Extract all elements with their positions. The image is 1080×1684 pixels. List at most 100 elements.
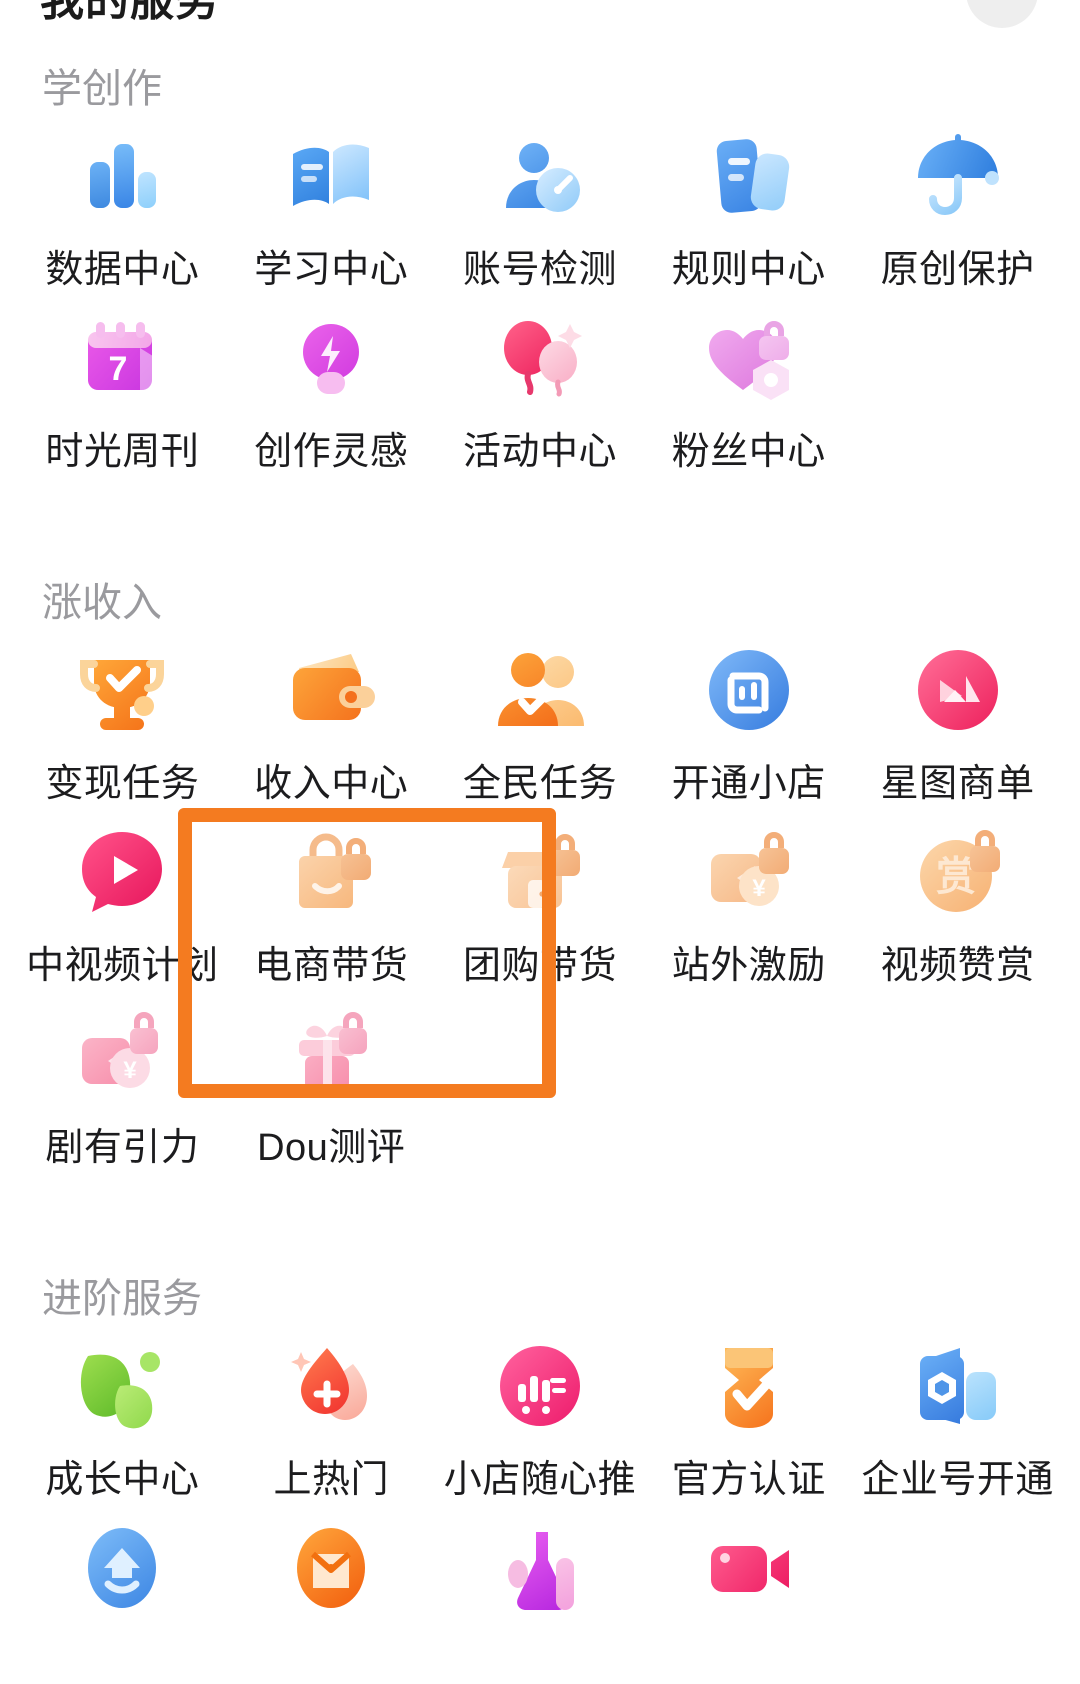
service-tile-label: 账号检测 bbox=[462, 249, 617, 291]
service-tile-label: 原创保护 bbox=[880, 249, 1035, 291]
services-card: 学创作 数据中心 学习中心 账号检测 规则中心 原创保护 7 时光周刊 创作灵感 … bbox=[0, 34, 1080, 1684]
pink-camera-icon bbox=[701, 1520, 797, 1616]
service-tile-label: 站外激励 bbox=[671, 945, 826, 987]
orange-mail-icon bbox=[283, 1520, 379, 1616]
blue-arrow-drop-icon bbox=[74, 1520, 170, 1616]
shop-badge-icon bbox=[701, 642, 797, 738]
svg-text:7: 7 bbox=[109, 350, 128, 388]
rule-cards-icon bbox=[701, 128, 797, 224]
page-header: 我的服务 bbox=[0, 0, 1080, 34]
open-book-icon bbox=[283, 128, 379, 224]
service-tile-label: 变现任务 bbox=[45, 763, 200, 805]
avatar[interactable] bbox=[966, 0, 1038, 28]
service-tile-label: 中视频计划 bbox=[26, 945, 219, 987]
service-tile-原创保护[interactable]: 原创保护 bbox=[853, 114, 1062, 296]
service-tile-规则中心[interactable]: 规则中心 bbox=[644, 114, 853, 296]
section-learn: 学创作 数据中心 学习中心 账号检测 规则中心 原创保护 7 时光周刊 创作灵感 … bbox=[0, 34, 1080, 478]
service-tile-label: 粉丝中心 bbox=[671, 431, 826, 473]
umbrella-icon bbox=[910, 128, 1006, 224]
grid-income: 变现任务 收入中心 全民任务 开通小店 星图商单 中视频计划 电商带货 团购带货… bbox=[0, 628, 1080, 1174]
service-tile-label: 视频赞赏 bbox=[880, 945, 1035, 987]
service-tile-星图商单[interactable]: 星图商单 bbox=[853, 628, 1062, 810]
grid-learn: 数据中心 学习中心 账号检测 规则中心 原创保护 7 时光周刊 创作灵感 活动中心… bbox=[0, 114, 1080, 478]
section-advanced: 进阶服务 成长中心 上热门 小店随心推 官方认证 企业号开通 bbox=[0, 1174, 1080, 1684]
orange-badge-check-icon bbox=[701, 1338, 797, 1434]
blue-building-icon bbox=[910, 1338, 1006, 1434]
service-tile-label: 团购带货 bbox=[462, 945, 617, 987]
service-tile-label: 收入中心 bbox=[254, 763, 409, 805]
service-tile[interactable] bbox=[18, 1506, 227, 1684]
service-tile-label: 学习中心 bbox=[254, 249, 409, 291]
video-yuan-lock-icon: ¥ bbox=[701, 824, 797, 920]
service-tile[interactable] bbox=[644, 1506, 853, 1684]
service-tile-label: 电商带货 bbox=[254, 945, 409, 987]
account-gauge-icon bbox=[492, 128, 588, 224]
service-tile-label: 数据中心 bbox=[45, 249, 200, 291]
play-bubble-icon bbox=[74, 824, 170, 920]
service-tile-label: 开通小店 bbox=[671, 763, 826, 805]
service-tile-label: 小店随心推 bbox=[443, 1459, 637, 1501]
drama-yuan-lock-icon: ¥ bbox=[74, 1006, 170, 1102]
service-tile-视频赞赏[interactable]: 赏 视频赞赏 bbox=[853, 810, 1062, 992]
heart-lock-icon bbox=[701, 310, 797, 406]
page-title: 我的服务 bbox=[40, 0, 220, 25]
service-tile-label: 成长中心 bbox=[45, 1459, 200, 1501]
service-tile-label: 全民任务 bbox=[462, 763, 617, 805]
service-tile-label: 星图商单 bbox=[880, 763, 1035, 805]
calendar-7-icon: 7 bbox=[74, 310, 170, 406]
bar-chart-icon bbox=[74, 128, 170, 224]
service-tile-账号检测[interactable]: 账号检测 bbox=[436, 114, 645, 296]
svg-text:¥: ¥ bbox=[752, 875, 766, 902]
shopping-bag-lock-icon bbox=[283, 824, 379, 920]
service-tile[interactable] bbox=[227, 1506, 436, 1684]
grid-advanced: 成长中心 上热门 小店随心推 官方认证 企业号开通 bbox=[0, 1324, 1080, 1684]
service-tile-label: 剧有引力 bbox=[45, 1127, 200, 1169]
service-tile-数据中心[interactable]: 数据中心 bbox=[18, 114, 227, 296]
service-tile-创作灵感[interactable]: 创作灵感 bbox=[227, 296, 436, 478]
pink-cart-icon bbox=[492, 1338, 588, 1434]
lightbulb-icon bbox=[283, 310, 379, 406]
service-tile-开通小店[interactable]: 开通小店 bbox=[644, 628, 853, 810]
service-tile-label: Dou测评 bbox=[257, 1127, 406, 1169]
service-tile-全民任务[interactable]: 全民任务 bbox=[436, 628, 645, 810]
service-tile-label: 活动中心 bbox=[462, 431, 617, 473]
gift-lock-icon bbox=[283, 1006, 379, 1102]
trophy-check-icon bbox=[74, 642, 170, 738]
service-tile-label: 规则中心 bbox=[671, 249, 826, 291]
app-screen: 我的服务 学创作 数据中心 学习中心 账号检测 规则中心 原创保护 7 时光周刊 … bbox=[0, 0, 1080, 1684]
service-tile-label: 官方认证 bbox=[671, 1459, 826, 1501]
service-tile-电商带货[interactable]: 电商带货 bbox=[227, 810, 436, 992]
service-tile-中视频计划[interactable]: 中视频计划 bbox=[18, 810, 227, 992]
service-tile-时光周刊[interactable]: 7 时光周刊 bbox=[18, 296, 227, 478]
svg-text:¥: ¥ bbox=[124, 1057, 138, 1084]
service-tile-Dou测评[interactable]: Dou测评 bbox=[227, 992, 436, 1174]
service-tile-活动中心[interactable]: 活动中心 bbox=[436, 296, 645, 478]
wallet-icon bbox=[283, 642, 379, 738]
service-tile-变现任务[interactable]: 变现任务 bbox=[18, 628, 227, 810]
reward-shang-lock-icon: 赏 bbox=[910, 824, 1006, 920]
service-tile-粉丝中心[interactable]: 粉丝中心 bbox=[644, 296, 853, 478]
service-tile-上热门[interactable]: 上热门 bbox=[227, 1324, 436, 1506]
service-tile-学习中心[interactable]: 学习中心 bbox=[227, 114, 436, 296]
green-leaves-icon bbox=[74, 1338, 170, 1434]
service-tile[interactable] bbox=[436, 1506, 645, 1684]
storefront-lock-icon bbox=[492, 824, 588, 920]
service-tile-小店随心推[interactable]: 小店随心推 bbox=[436, 1324, 645, 1506]
star-map-icon bbox=[910, 642, 1006, 738]
service-tile-剧有引力[interactable]: ¥ 剧有引力 bbox=[18, 992, 227, 1174]
service-tile-label: 时光周刊 bbox=[45, 431, 200, 473]
service-tile-团购带货[interactable]: 团购带货 bbox=[436, 810, 645, 992]
red-droplet-icon bbox=[283, 1338, 379, 1434]
service-tile-企业号开通[interactable]: 企业号开通 bbox=[853, 1324, 1062, 1506]
service-tile-官方认证[interactable]: 官方认证 bbox=[644, 1324, 853, 1506]
purple-flask-icon bbox=[492, 1520, 588, 1616]
section-income: 涨收入 变现任务 收入中心 全民任务 开通小店 星图商单 中视频计划 电商带货 … bbox=[0, 478, 1080, 1174]
people-check-icon bbox=[492, 642, 588, 738]
balloons-icon bbox=[492, 310, 588, 406]
service-tile-站外激励[interactable]: ¥ 站外激励 bbox=[644, 810, 853, 992]
section-title-learn: 学创作 bbox=[42, 67, 162, 111]
service-tile-成长中心[interactable]: 成长中心 bbox=[18, 1324, 227, 1506]
section-title-income: 涨收入 bbox=[42, 581, 162, 625]
service-tile-label: 上热门 bbox=[273, 1459, 389, 1501]
service-tile-收入中心[interactable]: 收入中心 bbox=[227, 628, 436, 810]
